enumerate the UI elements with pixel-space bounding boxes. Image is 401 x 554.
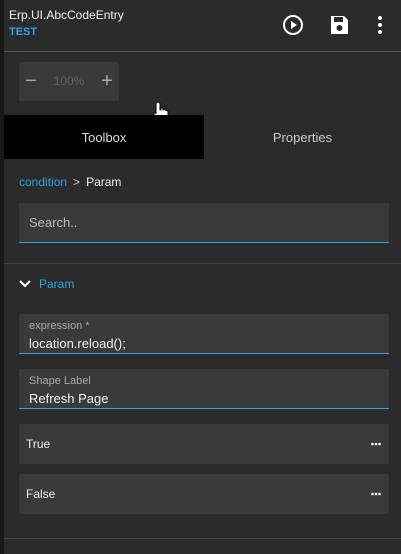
- more-vertical-icon[interactable]: [367, 12, 393, 38]
- option-false-label: False: [26, 487, 56, 501]
- shape-label-field[interactable]: Shape Label Refresh Page: [19, 369, 389, 409]
- option-false[interactable]: False: [19, 474, 389, 514]
- breadcrumb-current: Param: [86, 175, 122, 189]
- option-true-label: True: [26, 437, 51, 451]
- zoom-level: 100%: [53, 74, 85, 88]
- expression-field[interactable]: expression * location.reload();: [19, 314, 389, 354]
- expression-field-value[interactable]: location.reload();: [29, 336, 126, 351]
- expression-field-label: expression *: [29, 320, 90, 332]
- breadcrumb-separator: >: [73, 175, 81, 189]
- zoom-in-button[interactable]: +: [95, 62, 119, 101]
- shape-label-field-label: Shape Label: [29, 375, 91, 387]
- section-divider: [4, 263, 401, 264]
- option-true[interactable]: True: [19, 424, 389, 464]
- play-circle-icon[interactable]: [280, 12, 306, 38]
- section-header-param[interactable]: Param: [19, 276, 74, 292]
- more-horizontal-icon[interactable]: [369, 436, 383, 452]
- bottom-divider: [4, 538, 401, 539]
- panel-tabs: Toolbox Properties: [4, 115, 401, 159]
- app-subtitle: TEST: [9, 26, 38, 38]
- zoom-out-button[interactable]: −: [19, 62, 43, 101]
- save-icon[interactable]: [326, 12, 352, 38]
- search-box: [19, 203, 389, 243]
- breadcrumb: condition > Param: [19, 175, 121, 189]
- tab-toolbox[interactable]: Toolbox: [4, 115, 204, 159]
- shape-label-field-value[interactable]: Refresh Page: [29, 391, 109, 406]
- breadcrumb-link-condition[interactable]: condition: [19, 175, 67, 189]
- more-horizontal-icon[interactable]: [369, 486, 383, 502]
- zoom-control: − 100% +: [19, 62, 119, 101]
- properties-panel: Erp.UI.AbcCodeEntry TEST − 100% + Toolbo…: [4, 0, 401, 554]
- section-label: Param: [39, 277, 75, 291]
- header-bar: Erp.UI.AbcCodeEntry TEST: [4, 0, 401, 52]
- chevron-down-icon: [19, 280, 31, 288]
- search-input[interactable]: [19, 203, 389, 242]
- tab-properties[interactable]: Properties: [204, 115, 401, 159]
- app-title: Erp.UI.AbcCodeEntry: [9, 8, 124, 22]
